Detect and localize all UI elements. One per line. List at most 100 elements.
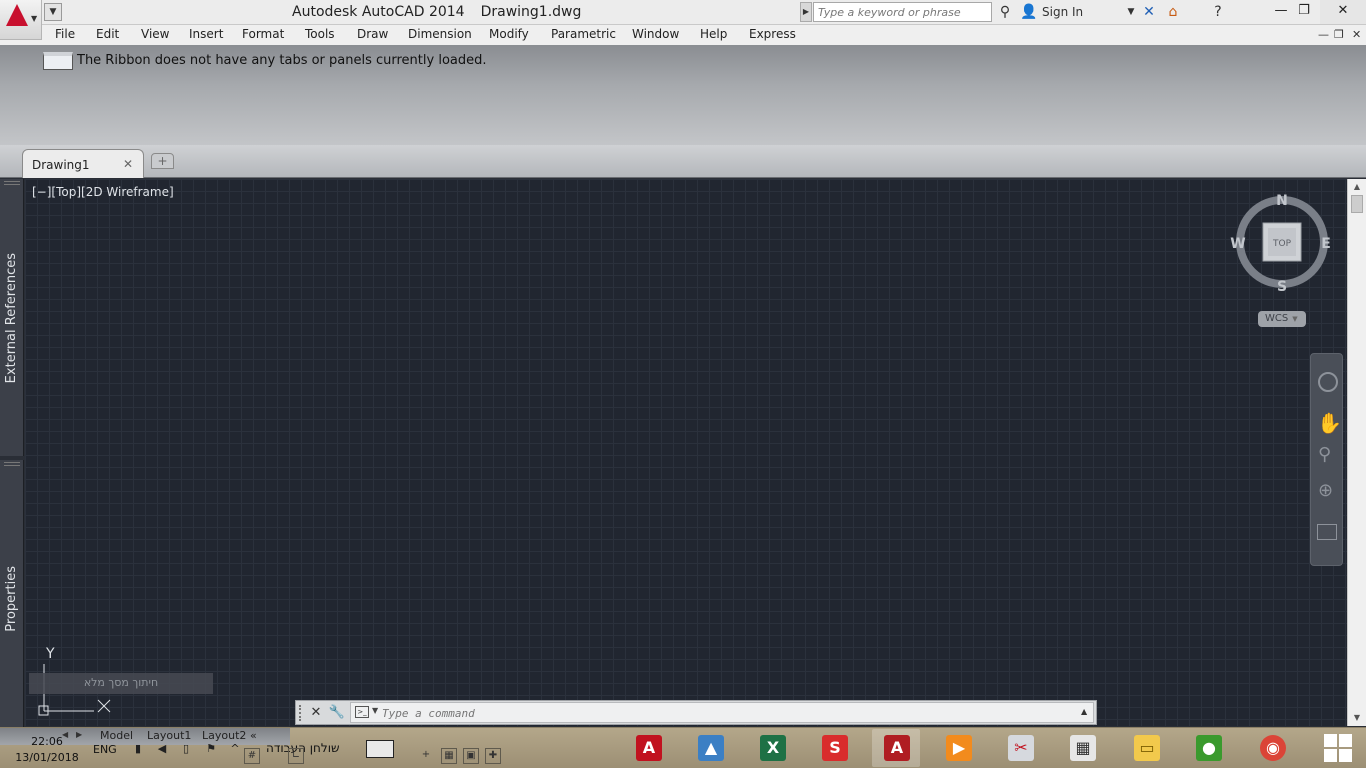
tab-layout2[interactable]: Layout2 (202, 729, 246, 742)
orbit-icon[interactable]: ⊕ (1318, 480, 1333, 501)
taskbar-app-idm[interactable]: ● (1184, 729, 1232, 767)
menu-window[interactable]: Window (632, 27, 679, 41)
help-icon[interactable]: ? (1209, 4, 1227, 20)
ribbon: The Ribbon does not have any tabs or pan… (0, 45, 1366, 145)
file-explorer-icon: ▭ (1134, 735, 1160, 761)
taskbar-app-excel[interactable]: X (748, 729, 796, 767)
taskbar-app-acrobat[interactable]: A (624, 729, 672, 767)
language-indicator[interactable]: ENG (93, 743, 117, 756)
volume-icon[interactable]: ◀ (156, 743, 168, 755)
command-prompt-icon[interactable]: >_ (355, 706, 369, 718)
document-minimize-button[interactable]: — (1318, 28, 1329, 41)
document-close-button[interactable]: ✕ (1352, 28, 1361, 41)
menu-help[interactable]: Help (700, 27, 727, 41)
pan-icon[interactable]: ✋ (1317, 411, 1342, 435)
drawing-canvas[interactable]: [−][Top][2D Wireframe] TOP N S E W WCS ▼ … (25, 179, 1347, 726)
menu-express[interactable]: Express (749, 27, 796, 41)
taskbar-app-sketchup[interactable]: S (810, 729, 858, 767)
exchange-apps-icon[interactable]: ✕ (1140, 4, 1158, 20)
show-hidden-icons-icon[interactable]: ^ (229, 743, 241, 755)
screen-snip-hint: חיתוך מסך מלא (29, 673, 213, 694)
scroll-thumb[interactable] (1351, 195, 1363, 213)
viewcube[interactable]: TOP N S E W (1227, 191, 1337, 306)
vertical-scrollbar[interactable]: ▲ ▼ (1347, 179, 1366, 726)
showmotion-icon[interactable] (1317, 524, 1337, 540)
tab-layout1[interactable]: Layout1 (147, 729, 191, 742)
menu-bar: File Edit View Insert Format Tools Draw … (0, 25, 1366, 45)
taskbar-app-snipping-tool[interactable]: ✂ (996, 729, 1044, 767)
taskbar-app-calculator[interactable]: ▦ (1058, 729, 1106, 767)
clock-time: 22:06 (31, 735, 63, 748)
quick-properties-icon[interactable]: ▣ (463, 748, 479, 764)
tab-model[interactable]: Model (100, 729, 133, 742)
scroll-down-arrow[interactable]: ▼ (1348, 710, 1366, 726)
taskbar-app-media-player[interactable]: ▶ (934, 729, 982, 767)
file-tab-bar: Drawing1 ✕ + (0, 145, 1366, 178)
crosshair-icon[interactable]: + (418, 748, 434, 764)
viewport-controls[interactable]: [−][Top][2D Wireframe] (32, 185, 174, 199)
menu-modify[interactable]: Modify (489, 27, 529, 41)
palette-grip[interactable] (4, 181, 20, 185)
close-button[interactable]: ✕ (1320, 0, 1366, 24)
file-tab-label: Drawing1 (32, 158, 90, 172)
chevron-down-icon[interactable]: ▼ (372, 706, 378, 715)
binoculars-icon[interactable]: ⚲ (996, 4, 1014, 20)
selection-cycling-icon[interactable]: ✚ (485, 748, 501, 764)
quick-access-toolbar-dropdown[interactable]: ▼ (44, 3, 62, 21)
document-title: Drawing1.dwg (480, 4, 582, 20)
command-input[interactable] (382, 705, 1042, 721)
battery-icon[interactable]: ▯ (180, 743, 192, 755)
taskbar-app-file-explorer[interactable]: ▭ (1122, 729, 1170, 767)
palette-grip[interactable] (4, 462, 20, 466)
user-icon[interactable]: 👤 (1020, 4, 1038, 20)
ucs-menu-button[interactable]: WCS ▼ (1258, 311, 1306, 327)
layout-more-button[interactable]: « (250, 729, 257, 742)
menu-format[interactable]: Format (242, 27, 284, 41)
command-history-button[interactable]: ▲ (1081, 707, 1087, 716)
menu-insert[interactable]: Insert (189, 27, 223, 41)
customize-icon[interactable]: 🔧 (328, 704, 346, 722)
taskbar-app-autocad[interactable]: A (872, 729, 920, 767)
menu-draw[interactable]: Draw (357, 27, 388, 41)
windows-start-button[interactable] (1324, 734, 1354, 764)
menu-file[interactable]: File (55, 27, 75, 41)
sign-in-link[interactable]: Sign In (1042, 5, 1083, 19)
properties-palette[interactable]: Properties (0, 460, 24, 727)
ortho-mode-icon[interactable]: ∟ (288, 748, 304, 764)
file-tab-drawing1[interactable]: Drawing1 ✕ (22, 149, 144, 178)
external-references-label: External References (4, 253, 19, 384)
action-center-icon[interactable]: ⚑ (205, 743, 217, 755)
scroll-up-arrow[interactable]: ▲ (1348, 179, 1366, 195)
close-icon[interactable]: ✕ (307, 704, 325, 722)
close-icon[interactable]: ✕ (123, 157, 133, 171)
touch-keyboard-icon[interactable] (366, 740, 394, 758)
zoom-extents-icon[interactable]: ⚲ (1318, 444, 1331, 465)
menu-tools[interactable]: Tools (305, 27, 335, 41)
search-expand-button[interactable]: ▶ (800, 2, 812, 22)
application-menu-button[interactable]: ▼ (0, 0, 42, 40)
steering-wheel-icon[interactable] (1318, 372, 1338, 392)
search-input[interactable]: Type a keyword or phrase (813, 2, 992, 22)
system-clock[interactable]: 22:06 13/01/2018 (12, 734, 82, 766)
compass-south[interactable]: S (1277, 279, 1287, 295)
menu-edit[interactable]: Edit (96, 27, 119, 41)
compass-north[interactable]: N (1276, 193, 1288, 209)
grid-mode-icon[interactable]: ▦ (441, 748, 457, 764)
viewcube-top-face[interactable]: TOP (1272, 239, 1292, 249)
taskbar-app-photos[interactable]: ▲ (686, 729, 734, 767)
command-line-grip[interactable] (299, 705, 304, 721)
new-drawing-tab-button[interactable]: + (151, 153, 174, 169)
compass-east[interactable]: E (1321, 236, 1331, 252)
menu-dimension[interactable]: Dimension (408, 27, 472, 41)
taskbar-app-chrome[interactable]: ◉ (1248, 729, 1296, 767)
network-icon[interactable]: ▮ (132, 743, 144, 755)
autodesk-360-icon[interactable]: ⌂ (1164, 4, 1182, 20)
compass-west[interactable]: W (1230, 236, 1245, 252)
menu-view[interactable]: View (141, 27, 169, 41)
document-restore-button[interactable]: ❐ (1334, 28, 1344, 41)
external-references-palette[interactable]: External References (0, 179, 24, 456)
snap-mode-icon[interactable]: # (244, 748, 260, 764)
menu-parametric[interactable]: Parametric (551, 27, 616, 41)
y-axis-label: Y (45, 646, 55, 662)
chevron-down-icon[interactable]: ▼ (1122, 4, 1140, 20)
